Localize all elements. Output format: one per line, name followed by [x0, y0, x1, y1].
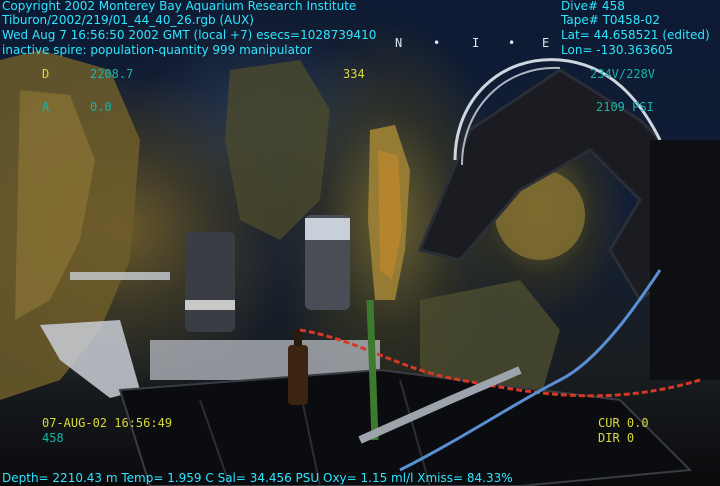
sampler-cylinder-left: [185, 232, 235, 332]
rack-rail: [70, 272, 170, 280]
voltage-readout: 234V/228V: [590, 67, 656, 81]
longitude: Lon= -130.363605: [561, 43, 674, 57]
dive-number: Dive# 458: [561, 0, 625, 13]
timestamp-readout: 07-AUG-02 16:56:49: [42, 416, 173, 430]
arm-housing: [650, 140, 720, 380]
cylinder-cap: [305, 218, 350, 240]
depth-value: 2208.7: [90, 67, 134, 81]
compass-heading-e: E: [542, 36, 550, 50]
latitude: Lat= 44.658521 (edited): [561, 28, 710, 42]
tape-number: Tape# T0458-02: [561, 13, 661, 27]
compass-tick-2: I: [472, 36, 480, 50]
pressure-readout: 2109 PSI: [596, 100, 654, 114]
date-time-line: Wed Aug 7 16:56:50 2002 GMT (local +7) e…: [2, 28, 377, 42]
bottle-neck: [294, 330, 302, 346]
cylinder-band: [185, 300, 235, 310]
rov-video-frame: Copyright 2002 Monterey Bay Aquarium Res…: [0, 0, 720, 486]
altitude-value: 0.0: [90, 100, 112, 114]
copyright-line: Copyright 2002 Monterey Bay Aquarium Res…: [2, 0, 357, 13]
center-rock: [225, 60, 330, 240]
sample-bottle: [288, 345, 308, 405]
green-tube: [366, 299, 379, 441]
compass-tick-3: •: [508, 36, 516, 50]
dive-number-readout: 458: [42, 431, 64, 445]
depth-label: D: [42, 67, 50, 81]
current-readout: CUR 0.0: [598, 416, 649, 430]
annotation-status: inactive spire: population-quantity 999 …: [2, 43, 312, 57]
compass-tick-1: •: [433, 36, 441, 50]
ctd-sensor-line: Depth= 2210.43 m Temp= 1.959 C Sal= 34.4…: [2, 471, 513, 485]
direction-readout: DIR 0: [598, 431, 635, 445]
file-name: Tiburon/2002/219/01_44_40_26.rgb (AUX): [2, 13, 254, 27]
compass-heading-n: N: [395, 36, 403, 50]
heading-value: 334: [343, 67, 365, 81]
altitude-label: A: [42, 100, 50, 114]
